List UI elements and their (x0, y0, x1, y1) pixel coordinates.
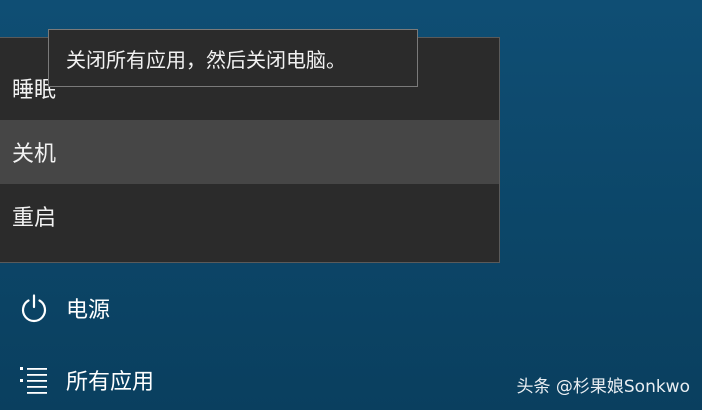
all-apps-label: 所有应用 (66, 370, 155, 395)
power-label: 电源 (66, 298, 111, 323)
list-icon (18, 364, 50, 396)
power-icon (18, 292, 50, 324)
menu-item-label: 重启 (12, 206, 57, 231)
power-button[interactable]: 电源 (0, 278, 300, 338)
all-apps-button[interactable]: 所有应用 (0, 350, 300, 410)
menu-item-shutdown[interactable]: 关机 (0, 120, 499, 184)
tooltip-text: 关闭所有应用，然后关闭电脑。 (66, 47, 346, 72)
shutdown-tooltip: 关闭所有应用，然后关闭电脑。 (48, 29, 418, 87)
menu-item-restart[interactable]: 重启 (0, 184, 499, 248)
menu-item-label: 关机 (12, 142, 57, 167)
watermark: 头条 @杉果娘Sonkwo (516, 377, 690, 397)
